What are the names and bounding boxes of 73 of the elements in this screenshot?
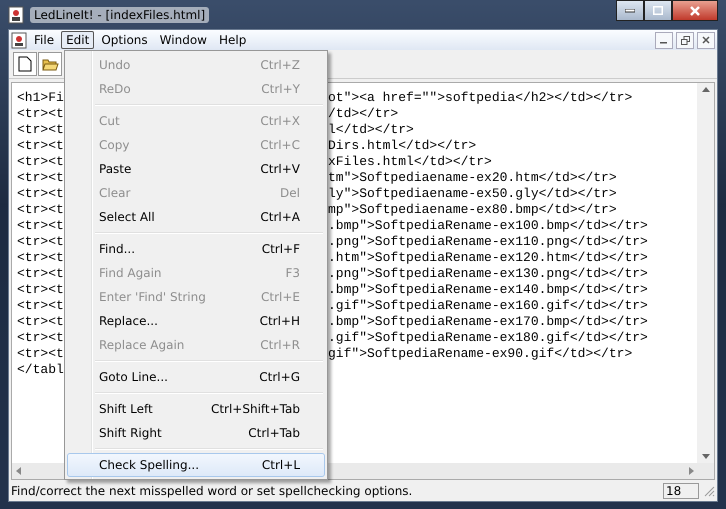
code-line: <tr><t [17, 218, 64, 233]
code-line: l</td></tr> [328, 122, 414, 138]
blank-page-icon [18, 56, 32, 72]
document-icon[interactable] [11, 32, 27, 48]
code-line: .bmp">SoftpediaRename-ex170.bmp</td></tr> [328, 314, 648, 330]
menu-item[interactable]: Check Spelling... Ctrl+L [67, 453, 325, 477]
minimize-icon [625, 8, 635, 12]
left-arrow-icon[interactable] [16, 467, 21, 475]
code-line: <tr><t [17, 314, 64, 329]
resize-grip-icon[interactable] [703, 484, 715, 496]
code-line: <h1>Fi [17, 90, 64, 105]
code-line: <tr><t [17, 298, 64, 313]
menu-item[interactable]: Find... Ctrl+F [67, 237, 325, 261]
code-line: <tr><t [17, 282, 64, 297]
menu-item[interactable]: Shift Right Ctrl+Tab [67, 421, 325, 445]
code-line: <tr><t [17, 154, 64, 169]
menu-title[interactable]: File [29, 31, 60, 49]
code-line: <tr><t [17, 170, 64, 185]
code-line: <tr><t [17, 202, 64, 217]
close-button[interactable] [672, 0, 718, 21]
code-line: .png">SoftpediaRename-ex110.png</td></tr> [328, 234, 648, 250]
line-number: 18 [663, 482, 699, 498]
menu-item[interactable]: Shift Left Ctrl+Shift+Tab [67, 397, 325, 421]
menu-title[interactable]: Options [96, 31, 153, 49]
code-line: tm">Softpediaename-ex20.htm</td></tr> [328, 170, 617, 186]
up-arrow-icon[interactable] [702, 87, 710, 92]
menu-title[interactable]: Help [214, 31, 252, 49]
right-arrow-icon[interactable] [689, 467, 694, 475]
down-arrow-icon[interactable] [702, 454, 710, 459]
menu-item[interactable]: Replace... Ctrl+H [67, 309, 325, 333]
close-icon [690, 6, 700, 16]
status-message: Find/correct the next misspelled word or set spellchecking options. [11, 484, 414, 498]
code-line: .png">SoftpediaRename-ex130.png</td></tr> [328, 266, 648, 282]
menu-item[interactable]: Paste Ctrl+V [67, 157, 325, 181]
code-line: .htm">SoftpediaRename-ex120.htm</td></tr> [328, 250, 648, 266]
maximize-icon [653, 6, 663, 15]
code-line: <tr><t [17, 106, 64, 121]
menu-item[interactable]: Goto Line... Ctrl+G [67, 365, 325, 389]
code-line: xFiles.html</td></tr> [328, 154, 492, 170]
restore-button[interactable] [676, 32, 694, 48]
code-line: <tr><t [17, 266, 64, 281]
open-folder-button[interactable] [38, 52, 62, 76]
code-line: <tr><t [17, 186, 64, 201]
minimize-button[interactable] [616, 0, 644, 21]
code-line: <tr><t [17, 250, 64, 265]
new-file-button[interactable] [13, 52, 37, 76]
minimize-button[interactable] [655, 32, 673, 48]
maximize-button[interactable] [644, 0, 672, 21]
menu-title[interactable]: Window [154, 31, 212, 49]
code-line: /td></tr> [328, 106, 398, 122]
code-line: <tr><t [17, 234, 64, 249]
code-line: .bmp">SoftpediaRename-ex100.bmp</td></tr> [328, 218, 648, 234]
code-line: .gif">SoftpediaRename-ex160.gif</td></tr> [328, 298, 648, 314]
restore-icon [680, 36, 690, 44]
folder-icon [42, 57, 58, 71]
code-line: <tr><t [17, 138, 64, 153]
app-icon [8, 6, 24, 24]
code-line: .bmp">SoftpediaRename-ex140.bmp</td></tr> [328, 282, 648, 298]
code-line: </tabl [17, 362, 64, 377]
close-icon [702, 36, 710, 44]
code-line: <tr><t [17, 346, 64, 361]
code-line: .gif">SoftpediaRename-ex180.gif</td></tr> [328, 330, 648, 346]
code-line: <tr><t [17, 122, 64, 137]
close-button[interactable] [697, 32, 715, 48]
window-title: LedLineIt! - [indexFiles.html] [30, 6, 210, 22]
code-line: gif">SoftpediaRename-ex90.gif</td></tr> [328, 346, 632, 362]
menu-title[interactable]: Edit [61, 31, 94, 49]
code-line: ot"><a href="">softpedia</h2></td></tr> [328, 90, 632, 106]
menu-item[interactable]: Select All Ctrl+A [67, 205, 325, 229]
code-line: ly">Softpediaename-ex50.gly</td></tr> [328, 186, 617, 202]
code-line: mp">Softpediaename-ex80.bmp</td></tr> [328, 202, 617, 218]
code-line: Dirs.html</td></tr> [328, 138, 476, 154]
code-line: <tr><t [17, 330, 64, 345]
